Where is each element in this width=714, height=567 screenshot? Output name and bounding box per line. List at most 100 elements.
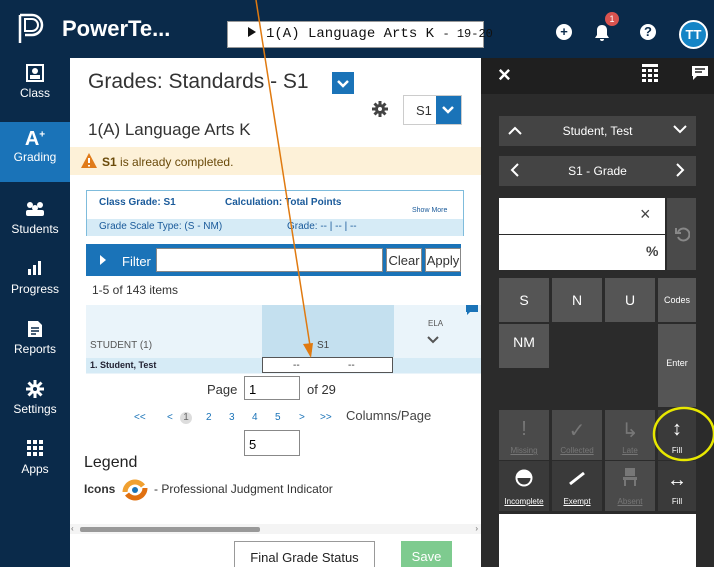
- percent-input[interactable]: %: [499, 235, 665, 270]
- grade-select[interactable]: S1 - Grade: [499, 156, 696, 186]
- next-page-link[interactable]: >: [299, 412, 305, 423]
- chevron-up-icon[interactable]: [507, 124, 523, 136]
- page-link-3[interactable]: 3: [229, 412, 235, 423]
- fill-vertical-button[interactable]: ↕ Fill: [658, 410, 696, 460]
- page-link-4[interactable]: 4: [252, 412, 258, 423]
- page-count: of 29: [307, 382, 336, 397]
- undo-button[interactable]: [667, 198, 696, 270]
- notification-badge: 1: [605, 12, 619, 26]
- incomplete-icon: [515, 469, 533, 487]
- columns-per-page-input[interactable]: [244, 430, 300, 456]
- avatar[interactable]: TT: [679, 20, 708, 49]
- panel-toolbar: ×: [481, 58, 714, 94]
- apply-button[interactable]: Apply: [425, 248, 461, 272]
- show-more-link[interactable]: Show More: [412, 207, 447, 214]
- page-link-5[interactable]: 5: [275, 412, 281, 423]
- exempt-button[interactable]: Exempt: [552, 461, 602, 511]
- clear-button[interactable]: Clear: [386, 248, 422, 272]
- class-grade-label: Class Grade: S1: [99, 197, 176, 208]
- legend-icons-label: Icons: [84, 482, 116, 497]
- legend-title: Legend: [84, 454, 138, 471]
- close-icon[interactable]: ×: [498, 62, 511, 88]
- clear-score-icon[interactable]: ×: [640, 204, 651, 225]
- powerteacher-logo[interactable]: [16, 12, 50, 46]
- chevron-down-icon[interactable]: [426, 335, 440, 345]
- sidebar-item-progress[interactable]: Progress: [0, 254, 70, 314]
- term-select-value: S1: [416, 103, 432, 118]
- sidebar-item-label: Apps: [21, 462, 49, 476]
- comment-icon[interactable]: [466, 305, 478, 315]
- grade-key-nm[interactable]: NM: [499, 324, 549, 368]
- grade-key-u[interactable]: U: [605, 278, 655, 322]
- scroll-left-icon[interactable]: ‹: [71, 524, 74, 533]
- s1-grade-cell[interactable]: -- --: [262, 357, 393, 373]
- comment-icon[interactable]: [692, 66, 708, 80]
- chevron-left-icon[interactable]: [509, 162, 521, 178]
- grade-key-n[interactable]: N: [552, 278, 602, 322]
- fill-label: Fill: [671, 446, 683, 455]
- app-name: PowerTe...: [62, 16, 171, 41]
- first-page-link[interactable]: <<: [134, 412, 146, 423]
- exempt-label: Exempt: [563, 497, 591, 506]
- collected-label: Collected: [560, 446, 594, 455]
- calculation-label: Calculation: Total Points: [225, 197, 342, 208]
- late-icon: ↳: [621, 420, 639, 442]
- sidebar-item-class[interactable]: Class: [0, 58, 70, 118]
- columns-per-page-label: Columns/Page: [346, 408, 432, 423]
- absent-icon: [623, 468, 637, 486]
- sidebar-item-reports[interactable]: Reports: [0, 314, 70, 374]
- page-link-2[interactable]: 2: [206, 412, 212, 423]
- scroll-thumb[interactable]: [80, 527, 260, 532]
- class-selector[interactable]: 1(A) Language Arts K - 19-20: [227, 21, 493, 48]
- final-grade-status-button[interactable]: Final Grade Status: [234, 541, 375, 567]
- settings-gear-icon[interactable]: [368, 98, 393, 120]
- grade-key-s[interactable]: S: [499, 278, 549, 322]
- late-button[interactable]: ↳ Late: [605, 410, 655, 460]
- score-input[interactable]: ×: [499, 198, 665, 234]
- grid-view-icon[interactable]: [642, 64, 658, 82]
- vertical-arrows-icon: ↕: [672, 418, 682, 440]
- scroll-right-icon[interactable]: ›: [475, 524, 478, 533]
- last-page-link[interactable]: >>: [320, 412, 332, 423]
- sidebar-item-grading[interactable]: A+ Grading: [0, 122, 70, 182]
- sidebar-item-students[interactable]: Students: [0, 194, 70, 254]
- incomplete-label: Incomplete: [504, 497, 544, 506]
- page-link-1[interactable]: 1: [180, 412, 192, 424]
- student-select-value: Student, Test: [562, 124, 633, 138]
- term-select[interactable]: S1: [403, 95, 462, 125]
- filter-input[interactable]: [156, 248, 383, 272]
- sidebar-item-settings[interactable]: Settings: [0, 374, 70, 434]
- legend-icon-text: - Professional Judgment Indicator: [154, 482, 333, 497]
- help-icon[interactable]: ?: [640, 24, 656, 40]
- grade-scale-row: Grade Scale Type: (S - NM) Grade: -- | -…: [87, 219, 463, 236]
- prev-page-link[interactable]: <: [167, 412, 173, 423]
- page-input[interactable]: [244, 376, 300, 400]
- student-column-header[interactable]: STUDENT (1): [90, 340, 152, 351]
- sidebar-item-apps[interactable]: Apps: [0, 434, 70, 494]
- warning-text: is already completed.: [116, 155, 234, 169]
- class-selector-label: 1(A) Language Arts K: [266, 26, 435, 42]
- collected-button[interactable]: ✓ Collected: [552, 410, 602, 460]
- incomplete-button[interactable]: Incomplete: [499, 461, 549, 511]
- filter-label: Filter: [122, 254, 151, 269]
- top-bar: PowerTe... 1(A) Language Arts K - 19-20 …: [0, 0, 714, 58]
- expand-icon[interactable]: [100, 255, 106, 265]
- class-info-box: Class Grade: S1 Calculation: Total Point…: [86, 190, 464, 236]
- missing-button[interactable]: ! Missing: [499, 410, 549, 460]
- save-button[interactable]: Save: [401, 541, 452, 567]
- codes-button[interactable]: Codes: [658, 278, 696, 322]
- horizontal-scrollbar[interactable]: ‹ ›: [70, 524, 481, 534]
- chevron-right-icon[interactable]: [674, 162, 686, 178]
- student-select[interactable]: Student, Test: [499, 116, 696, 146]
- absent-button[interactable]: Absent: [605, 461, 655, 511]
- fill-horizontal-button[interactable]: ↔ Fill: [658, 461, 696, 511]
- student-name[interactable]: 1. Student, Test: [90, 360, 156, 370]
- professional-judgment-icon: [122, 479, 148, 501]
- add-icon[interactable]: +: [556, 24, 572, 40]
- comment-textarea[interactable]: [499, 514, 696, 567]
- bell-icon[interactable]: [594, 24, 610, 42]
- chevron-down-icon[interactable]: [672, 124, 688, 136]
- legend-row: Icons - Professional Judgment Indicator: [84, 478, 333, 502]
- enter-button[interactable]: Enter: [658, 324, 696, 407]
- title-dropdown-button[interactable]: [332, 72, 354, 94]
